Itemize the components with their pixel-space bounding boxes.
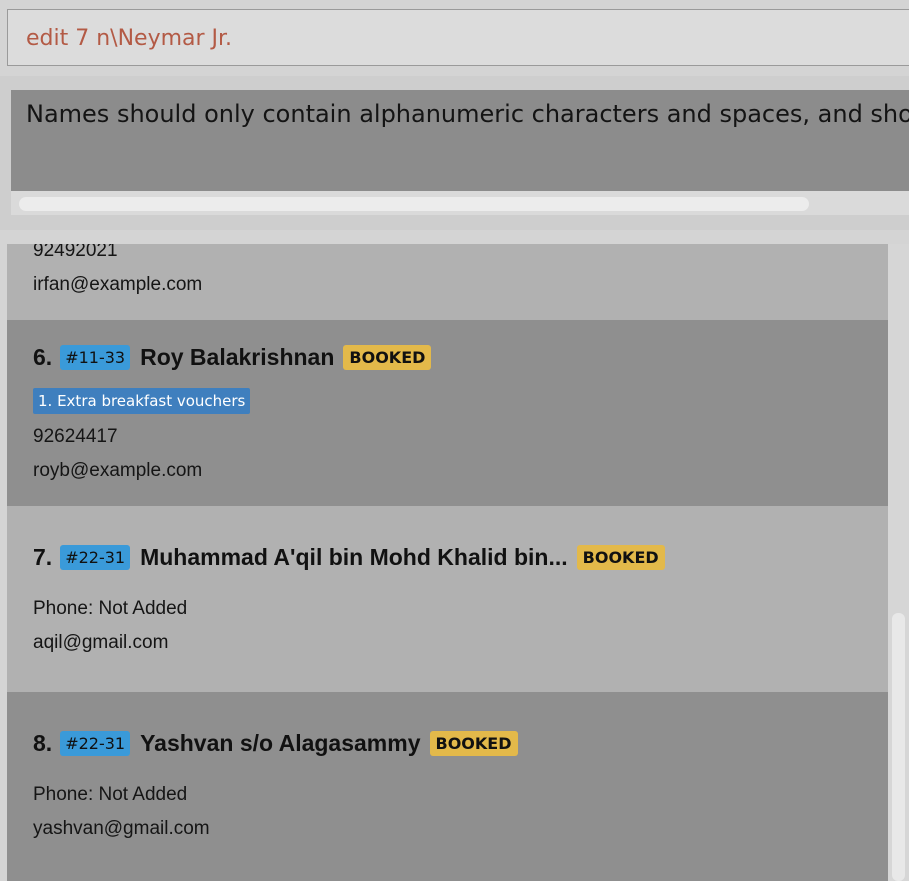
vertical-scrollbar-thumb[interactable] bbox=[892, 613, 905, 881]
room-badge: #11-33 bbox=[60, 345, 131, 370]
person-phone: 92492021 bbox=[33, 244, 118, 261]
result-display: Names should only contain alphanumeric c… bbox=[11, 90, 909, 191]
person-tag: 1. Extra breakfast vouchers bbox=[33, 388, 251, 414]
status-badge: BOOKED bbox=[343, 345, 432, 370]
room-badge: #22-31 bbox=[60, 545, 131, 570]
person-email: irfan@example.com bbox=[33, 274, 203, 295]
person-name: Yashvan s/o Alagasammy bbox=[140, 730, 421, 756]
person-phone: 92624417 bbox=[33, 426, 118, 447]
person-index: 7. bbox=[33, 544, 53, 570]
person-index: 6. bbox=[33, 344, 53, 370]
horizontal-scrollbar[interactable] bbox=[11, 191, 909, 215]
person-card[interactable]: 92492021 irfan@example.com bbox=[7, 244, 888, 320]
person-email: aqil@gmail.com bbox=[33, 632, 169, 653]
room-badge: #22-31 bbox=[60, 731, 131, 756]
person-card[interactable]: 7. #22-31 Muhammad A'qil bin Mohd Khalid… bbox=[7, 506, 888, 692]
person-phone: Phone: Not Added bbox=[33, 598, 188, 619]
person-phone: Phone: Not Added bbox=[33, 784, 188, 805]
command-input[interactable]: edit 7 n\Neymar Jr. bbox=[26, 10, 232, 67]
status-badge: BOOKED bbox=[576, 545, 665, 570]
horizontal-scrollbar-thumb[interactable] bbox=[19, 197, 809, 211]
status-badge: BOOKED bbox=[429, 731, 518, 756]
person-card[interactable]: 8. #22-31 Yashvan s/o Alagasammy BOOKED … bbox=[7, 692, 888, 881]
person-email: yashvan@gmail.com bbox=[33, 818, 210, 839]
vertical-scrollbar[interactable] bbox=[888, 244, 909, 881]
person-name: Roy Balakrishnan bbox=[140, 344, 335, 370]
person-list: 92492021 irfan@example.com 6. #11-33 Roy… bbox=[7, 244, 888, 881]
person-card-header: 8. #22-31 Yashvan s/o Alagasammy BOOKED bbox=[33, 730, 518, 757]
person-card-header: 6. #11-33 Roy Balakrishnan BOOKED bbox=[33, 344, 432, 371]
result-display-panel: Names should only contain alphanumeric c… bbox=[0, 76, 909, 230]
person-name: Muhammad A'qil bin Mohd Khalid bin... bbox=[140, 544, 568, 570]
result-message: Names should only contain alphanumeric c… bbox=[26, 100, 909, 128]
command-box[interactable]: edit 7 n\Neymar Jr. bbox=[7, 9, 909, 66]
app-window: edit 7 n\Neymar Jr. Names should only co… bbox=[0, 0, 909, 881]
person-index: 8. bbox=[33, 730, 53, 756]
person-card[interactable]: 6. #11-33 Roy Balakrishnan BOOKED 1. Ext… bbox=[7, 320, 888, 506]
person-email: royb@example.com bbox=[33, 460, 203, 481]
person-card-header: 7. #22-31 Muhammad A'qil bin Mohd Khalid… bbox=[33, 544, 665, 571]
